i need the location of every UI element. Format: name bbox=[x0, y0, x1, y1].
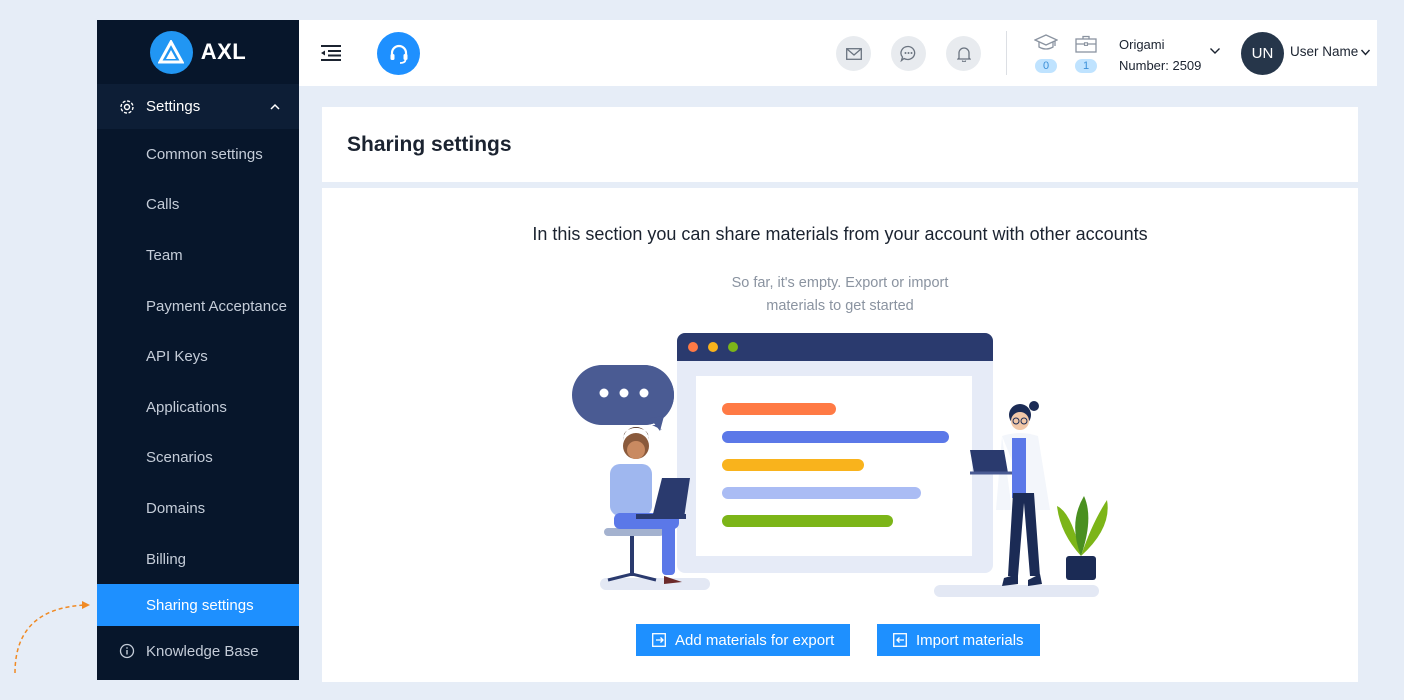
brand-logo[interactable]: AXL bbox=[97, 20, 299, 84]
sidebar-item-common-settings[interactable]: Common settings bbox=[97, 129, 299, 180]
stat-badge-cases: 1 bbox=[1075, 59, 1097, 73]
button-label: Add materials for export bbox=[675, 631, 835, 649]
sidebar-item-label: Sharing settings bbox=[146, 596, 254, 614]
account-number: Number: 2509 bbox=[1119, 58, 1202, 73]
sidebar-item-applications[interactable]: Applications bbox=[97, 382, 299, 433]
graduation-cap-icon[interactable] bbox=[1034, 34, 1058, 54]
empty-state-line: So far, it's empty. Export or import bbox=[731, 275, 949, 291]
sidebar-item-label: Domains bbox=[146, 499, 206, 517]
sidebar-item-api-keys[interactable]: API Keys bbox=[97, 331, 299, 382]
menu-collapse-icon[interactable] bbox=[321, 44, 341, 62]
mail-button[interactable] bbox=[836, 36, 871, 71]
chat-button[interactable] bbox=[891, 36, 926, 71]
button-label: Import materials bbox=[916, 631, 1024, 649]
briefcase-icon[interactable] bbox=[1074, 34, 1098, 54]
empty-state-illustration bbox=[572, 333, 1108, 597]
bell-icon bbox=[956, 46, 971, 62]
sidebar-item-label: Calls bbox=[146, 196, 180, 214]
sidebar-item-payment-acceptance[interactable]: Payment Acceptance bbox=[97, 281, 299, 332]
sidebar-item-label: Payment Acceptance bbox=[146, 297, 287, 315]
page-title: Sharing settings bbox=[347, 133, 512, 156]
sidebar-item-calls[interactable]: Calls bbox=[97, 180, 299, 231]
empty-state-line: materials to get started bbox=[766, 298, 914, 314]
notifications-button[interactable] bbox=[946, 36, 981, 71]
sidebar-item-label: Billing bbox=[146, 550, 187, 568]
account-name: Origami bbox=[1119, 37, 1165, 52]
sidebar-item-billing[interactable]: Billing bbox=[97, 534, 299, 585]
chevron-down-icon[interactable] bbox=[1360, 48, 1371, 57]
sidebar-item-label: Common settings bbox=[146, 145, 263, 163]
account-selector[interactable]: Origami Number: 2509 bbox=[1119, 34, 1201, 76]
import-icon bbox=[893, 633, 907, 647]
import-materials-button[interactable]: Import materials bbox=[877, 624, 1040, 656]
axl-logo-icon bbox=[149, 30, 193, 74]
chevron-down-icon[interactable] bbox=[1209, 46, 1221, 56]
stat-badge-courses: 0 bbox=[1035, 59, 1057, 73]
avatar[interactable]: UN bbox=[1241, 32, 1284, 75]
section-description: In this section you can share materials … bbox=[532, 224, 1148, 244]
chat-icon bbox=[900, 45, 916, 62]
mail-icon bbox=[845, 47, 862, 60]
sidebar-item-sharing-settings[interactable]: Sharing settings bbox=[97, 584, 299, 627]
headset-icon bbox=[390, 44, 407, 64]
sidebar-item-label: Applications bbox=[146, 398, 227, 416]
sidebar-item-scenarios[interactable]: Scenarios bbox=[97, 433, 299, 484]
empty-state-text: So far, it's empty. Export or import mat… bbox=[322, 272, 1358, 318]
sidebar-item-label: API Keys bbox=[146, 348, 208, 366]
sidebar-item-team[interactable]: Team bbox=[97, 230, 299, 281]
sidebar-group-settings[interactable]: Settings bbox=[97, 84, 299, 129]
header-divider bbox=[1006, 31, 1007, 75]
page-title-card: Sharing settings bbox=[322, 107, 1358, 182]
sharing-empty-state: In this section you can share materials … bbox=[322, 188, 1358, 682]
chevron-up-icon bbox=[270, 103, 280, 110]
sidebar-item-label: Team bbox=[146, 246, 183, 264]
pointer-arrow-decoration bbox=[14, 601, 90, 674]
sidebar-item-knowledge-base[interactable]: Knowledge Base bbox=[97, 626, 299, 676]
sidebar-group-label: Settings bbox=[146, 98, 201, 115]
user-name[interactable]: User Name bbox=[1290, 44, 1358, 59]
sidebar: AXL Settings Common settings Calls Team … bbox=[97, 20, 299, 680]
sidebar-item-label: Knowledge Base bbox=[146, 642, 259, 660]
export-icon bbox=[652, 633, 666, 647]
sidebar-item-domains[interactable]: Domains bbox=[97, 483, 299, 534]
brand-name: AXL bbox=[200, 39, 247, 64]
sidebar-item-label: Scenarios bbox=[146, 449, 213, 467]
gear-icon bbox=[120, 99, 134, 114]
add-materials-for-export-button[interactable]: Add materials for export bbox=[636, 624, 851, 656]
top-header: 0 1 Origami Number: 2509 UN User Name bbox=[299, 20, 1377, 86]
support-button[interactable] bbox=[377, 32, 420, 75]
info-icon bbox=[119, 644, 135, 659]
